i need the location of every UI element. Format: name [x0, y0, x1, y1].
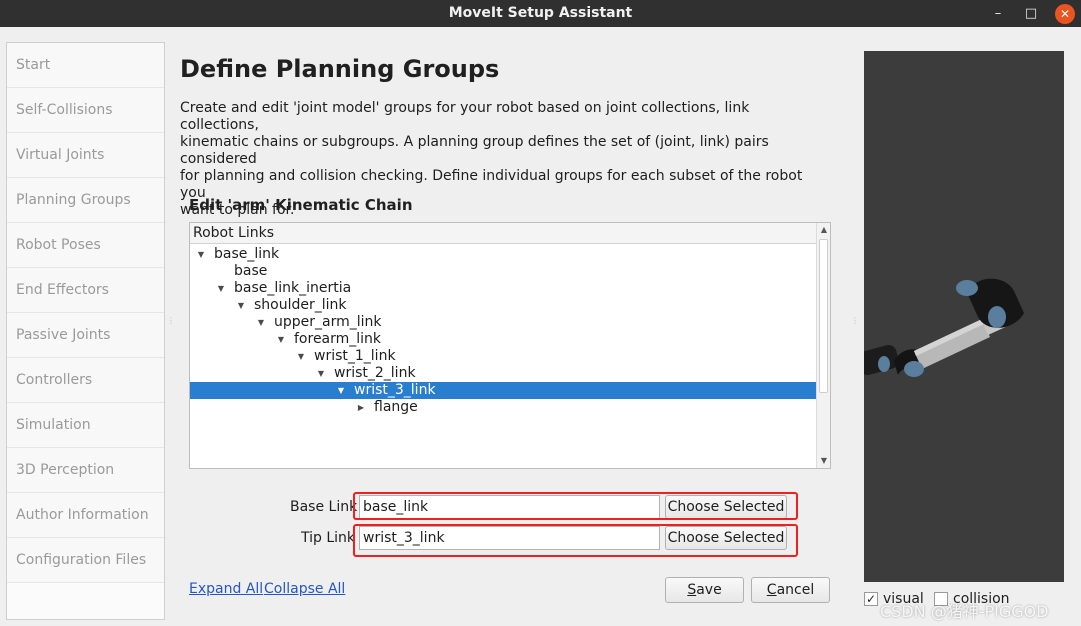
chain-editor-title: Edit 'arm' Kinematic Chain	[189, 196, 413, 214]
tree-header: Robot Links	[190, 223, 816, 244]
scrollbar-thumb[interactable]	[819, 239, 828, 393]
title-bar: MoveIt Setup Assistant – □ ✕	[0, 0, 1081, 27]
tree-vertical-scrollbar[interactable]: ▲ ▼	[816, 223, 830, 468]
watermark: CSDN @猪神-PIGGOD	[880, 602, 1049, 621]
sidebar-item-passive-joints[interactable]: Passive Joints	[7, 313, 164, 358]
cancel-button-label: Cancel	[766, 582, 815, 598]
tree-row[interactable]: ▼ shoulder_link	[190, 297, 816, 314]
tree-row-label: upper_arm_link	[274, 314, 382, 330]
close-button[interactable]: ✕	[1055, 4, 1075, 24]
expand-arrow-down-icon[interactable]: ▼	[275, 331, 287, 348]
window-title: MoveIt Setup Assistant	[448, 5, 633, 21]
tree-row-label: base	[234, 263, 268, 279]
sidebar-item-planning-groups[interactable]: Planning Groups	[7, 178, 164, 223]
description-line: kinematic chains or subgroups. A plannin…	[180, 134, 769, 167]
tree-row-label: flange	[374, 399, 418, 415]
tip-link-highlight-box	[353, 524, 798, 557]
robot-3d-viewer[interactable]	[864, 51, 1064, 582]
maximize-button[interactable]: □	[1021, 4, 1041, 24]
setup-steps-sidebar: Start Self-Collisions Virtual Joints Planni…	[6, 42, 165, 620]
tree-row-label: forearm_link	[294, 331, 382, 347]
check-icon: ✓	[865, 592, 877, 606]
sidebar-item-simulation[interactable]: Simulation	[7, 403, 164, 448]
robot-cap-left	[878, 356, 890, 372]
tree-row[interactable]: ▼ forearm_link	[190, 331, 816, 348]
tip-link-label: Tip Link	[301, 530, 356, 546]
robot-cap-elbow	[904, 361, 924, 377]
tree-row[interactable]: ▶ flange	[190, 399, 816, 416]
sidebar-item-controllers[interactable]: Controllers	[7, 358, 164, 403]
expand-arrow-down-icon[interactable]: ▼	[315, 365, 327, 382]
expand-arrow-down-icon[interactable]: ▼	[235, 297, 247, 314]
tree-row[interactable]: ▼ upper_arm_link	[190, 314, 816, 331]
scroll-up-arrow-icon[interactable]: ▲	[817, 223, 830, 237]
sidebar-item-configuration-files[interactable]: Configuration Files	[7, 538, 164, 583]
page-title: Define Planning Groups	[180, 55, 500, 83]
tree-row[interactable]: base	[190, 263, 816, 280]
minimize-button[interactable]: –	[988, 4, 1008, 24]
base-link-highlight-box	[353, 492, 798, 520]
sidebar-item-self-collisions[interactable]: Self-Collisions	[7, 88, 164, 133]
tree-row-label: wrist_1_link	[314, 348, 396, 364]
sidebar-item-start[interactable]: Start	[7, 43, 164, 88]
tree-row-label: wrist_3_link	[354, 382, 436, 398]
tree-row[interactable]: ▼ base_link	[190, 246, 816, 263]
sidebar-item-3d-perception[interactable]: 3D Perception	[7, 448, 164, 493]
sidebar-item-virtual-joints[interactable]: Virtual Joints	[7, 133, 164, 178]
tree-row[interactable]: ▼ base_link_inertia	[190, 280, 816, 297]
robot-links-tree[interactable]: Robot Links ▼ base_link base ▼ base_link_ine…	[189, 222, 831, 469]
tree-row[interactable]: ▼ wrist_3_link	[190, 382, 816, 399]
base-link-label: Base Link	[290, 499, 358, 515]
expand-all-link[interactable]: Expand All	[189, 581, 263, 597]
sidebar-item-end-effectors[interactable]: End Effectors	[7, 268, 164, 313]
tree-row[interactable]: ▼ wrist_2_link	[190, 365, 816, 382]
scroll-down-arrow-icon[interactable]: ▼	[817, 454, 830, 468]
expand-arrow-down-icon[interactable]: ▼	[215, 280, 227, 297]
tree-row-label: base_link	[214, 246, 280, 262]
expand-arrow-down-icon[interactable]: ▼	[295, 348, 307, 365]
collapse-all-link[interactable]: Collapse All	[264, 581, 345, 597]
left-splitter-handle[interactable]: ⋮	[167, 317, 175, 332]
expand-arrow-down-icon[interactable]: ▼	[195, 246, 207, 263]
description-line: Create and edit 'joint model' groups for…	[180, 100, 750, 133]
expand-arrow-down-icon[interactable]: ▼	[335, 382, 347, 399]
cancel-button[interactable]: Cancel	[751, 577, 830, 603]
tree-row-label: base_link_inertia	[234, 280, 352, 296]
right-splitter-handle[interactable]: ⋮	[851, 317, 859, 332]
expand-arrow-right-icon[interactable]: ▶	[355, 399, 367, 416]
save-button[interactable]: Save	[665, 577, 744, 603]
tree-row-label: shoulder_link	[254, 297, 347, 313]
expand-arrow-down-icon[interactable]: ▼	[255, 314, 267, 331]
robot-cap-top	[956, 280, 978, 296]
save-button-label: Save	[687, 582, 722, 598]
tree-row-label: wrist_2_link	[334, 365, 416, 381]
tree-row[interactable]: ▼ wrist_1_link	[190, 348, 816, 365]
sidebar-item-robot-poses[interactable]: Robot Poses	[7, 223, 164, 268]
visual-checkbox[interactable]: ✓	[864, 592, 878, 606]
sidebar-item-author-information[interactable]: Author Information	[7, 493, 164, 538]
robot-arm-render	[864, 278, 1024, 377]
robot-cap-side	[988, 306, 1006, 328]
